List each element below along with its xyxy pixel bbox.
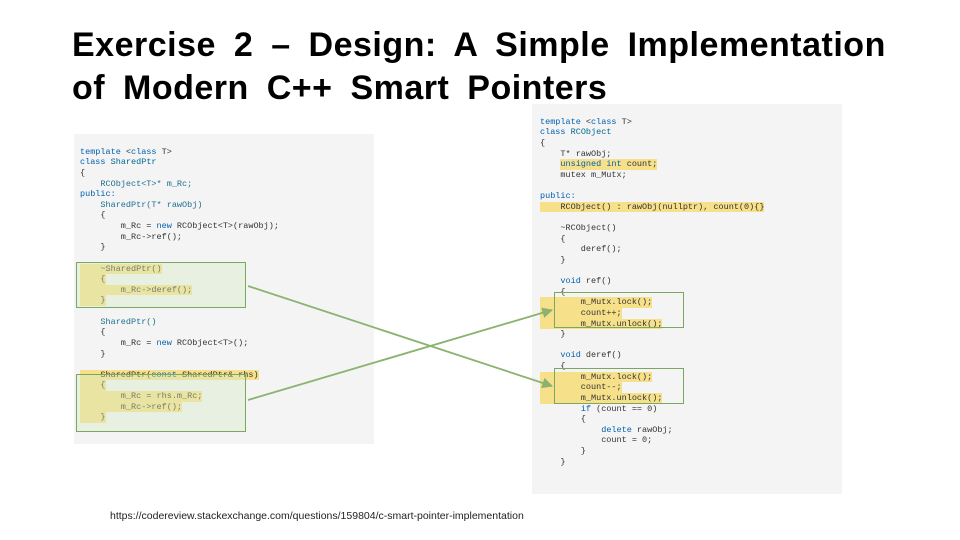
highlight-ref-body: m_Mutx.lock(); <box>540 297 652 308</box>
code-block-rcobject: template <class T> class RCObject { T* r… <box>532 104 842 494</box>
highlight-ctor: RCObject() : rawObj(nullptr), count(0){} <box>540 202 764 213</box>
highlight-count-decl: unsigned int count; <box>560 159 657 170</box>
kw: template <box>80 147 121 157</box>
code-block-sharedptr: template <class T> class SharedPtr { RCO… <box>74 134 374 444</box>
highlight-deref-body: m_Mutx.lock(); <box>540 372 652 383</box>
source-url: https://codereview.stackexchange.com/que… <box>110 510 524 522</box>
page-title: Exercise 2 – Design: A Simple Implementa… <box>72 24 892 109</box>
highlight-copyctor: SharedPtr(const SharedPtr& rhs) <box>80 370 259 381</box>
highlight-destructor: ~SharedPtr() <box>80 264 162 275</box>
